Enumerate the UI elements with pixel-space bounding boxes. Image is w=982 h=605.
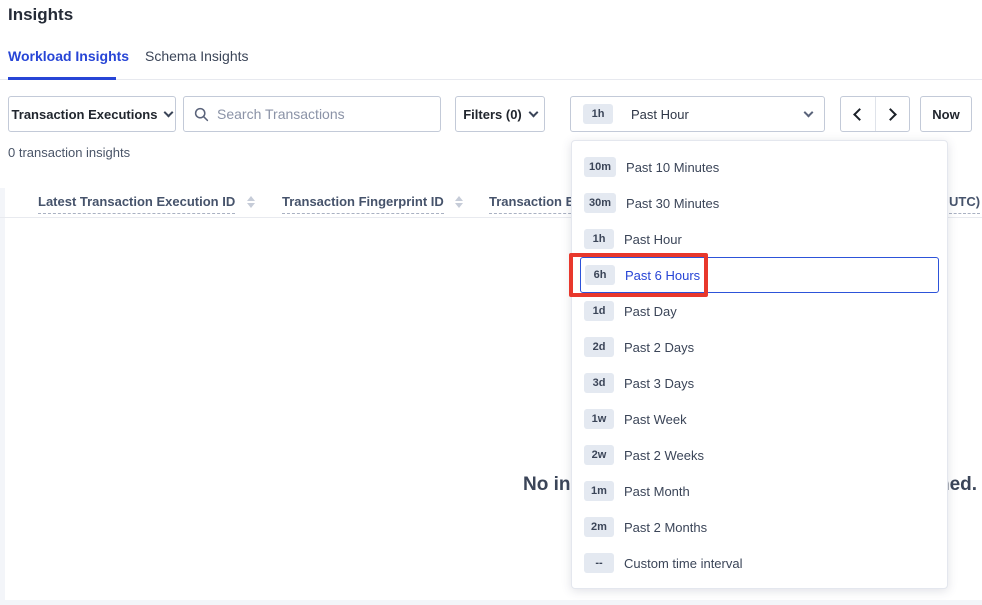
time-option-badge: 6h (585, 265, 615, 285)
chevron-left-icon (853, 108, 866, 121)
filters-button-label: Filters (0) (463, 107, 522, 122)
time-option-past-30-minutes[interactable]: 30m Past 30 Minutes (580, 185, 939, 221)
time-option-badge: 1w (584, 409, 614, 429)
time-option-badge: 10m (584, 157, 616, 177)
workload-type-select[interactable]: Transaction Executions (8, 96, 176, 132)
time-option-past-3-days[interactable]: 3d Past 3 Days (580, 365, 939, 401)
empty-state-text-fragment: No in (523, 474, 571, 496)
page-title: Insights (8, 5, 73, 25)
table-left-edge (0, 188, 5, 600)
time-option-badge: 1h (584, 229, 614, 249)
column-header-transaction-execution-truncated[interactable]: Transaction Ex (489, 194, 581, 209)
time-interval-label: Past Hour (631, 107, 689, 122)
time-option-badge: -- (584, 553, 614, 573)
chevron-down-icon (528, 108, 538, 118)
tab-schema-insights-label: Schema Insights (145, 48, 249, 64)
time-option-past-2-days[interactable]: 2d Past 2 Days (580, 329, 939, 365)
time-option-past-10-minutes[interactable]: 10m Past 10 Minutes (580, 149, 939, 185)
page-bottom-edge (0, 600, 982, 605)
search-input[interactable] (217, 106, 430, 122)
tab-schema-insights[interactable]: Schema Insights (145, 48, 249, 64)
time-option-past-hour[interactable]: 1h Past Hour (580, 221, 939, 257)
sort-icon[interactable] (455, 196, 463, 208)
column-header-latest-transaction-execution-id[interactable]: Latest Transaction Execution ID (38, 194, 235, 209)
time-option-badge: 2m (584, 517, 614, 537)
search-icon (194, 107, 209, 122)
insights-count: 0 transaction insights (8, 145, 130, 160)
chevron-down-icon (164, 108, 174, 118)
time-option-past-week[interactable]: 1w Past Week (580, 401, 939, 437)
chevron-right-icon (884, 108, 897, 121)
tab-workload-insights-label: Workload Insights (8, 48, 129, 64)
time-option-past-2-months[interactable]: 2m Past 2 Months (580, 509, 939, 545)
time-option-past-6-hours[interactable]: 6h Past 6 Hours (580, 257, 939, 293)
column-header-transaction-fingerprint-id[interactable]: Transaction Fingerprint ID (282, 194, 444, 209)
time-option-past-2-weeks[interactable]: 2w Past 2 Weeks (580, 437, 939, 473)
time-step-back-button[interactable] (841, 97, 876, 131)
time-option-past-month[interactable]: 1m Past Month (580, 473, 939, 509)
time-option-badge: 2d (584, 337, 614, 357)
time-option-badge: 2w (584, 445, 614, 465)
search-box[interactable] (183, 96, 441, 132)
column-header-utc-truncated[interactable]: UTC) (949, 194, 980, 209)
workload-type-select-label: Transaction Executions (12, 107, 158, 122)
time-option-badge: 1d (584, 301, 614, 321)
time-step-control (840, 96, 910, 132)
filters-button[interactable]: Filters (0) (455, 96, 545, 132)
tabs-divider (0, 79, 982, 80)
time-option-badge: 1m (584, 481, 614, 501)
time-interval-badge: 1h (583, 104, 613, 124)
time-interval-dropdown: 10m Past 10 Minutes 30m Past 30 Minutes … (571, 140, 948, 589)
now-button-label: Now (932, 107, 959, 122)
now-button[interactable]: Now (920, 96, 972, 132)
tab-workload-insights[interactable]: Workload Insights (8, 48, 129, 64)
time-option-past-day[interactable]: 1d Past Day (580, 293, 939, 329)
time-interval-select[interactable]: 1h Past Hour (570, 96, 825, 132)
sort-icon[interactable] (247, 196, 255, 208)
time-option-badge: 30m (584, 193, 616, 213)
active-tab-underline (8, 77, 116, 80)
time-option-badge: 3d (584, 373, 614, 393)
chevron-down-icon (804, 108, 814, 118)
time-step-forward-button[interactable] (876, 97, 910, 131)
time-option-custom-time-interval[interactable]: -- Custom time interval (580, 545, 939, 581)
